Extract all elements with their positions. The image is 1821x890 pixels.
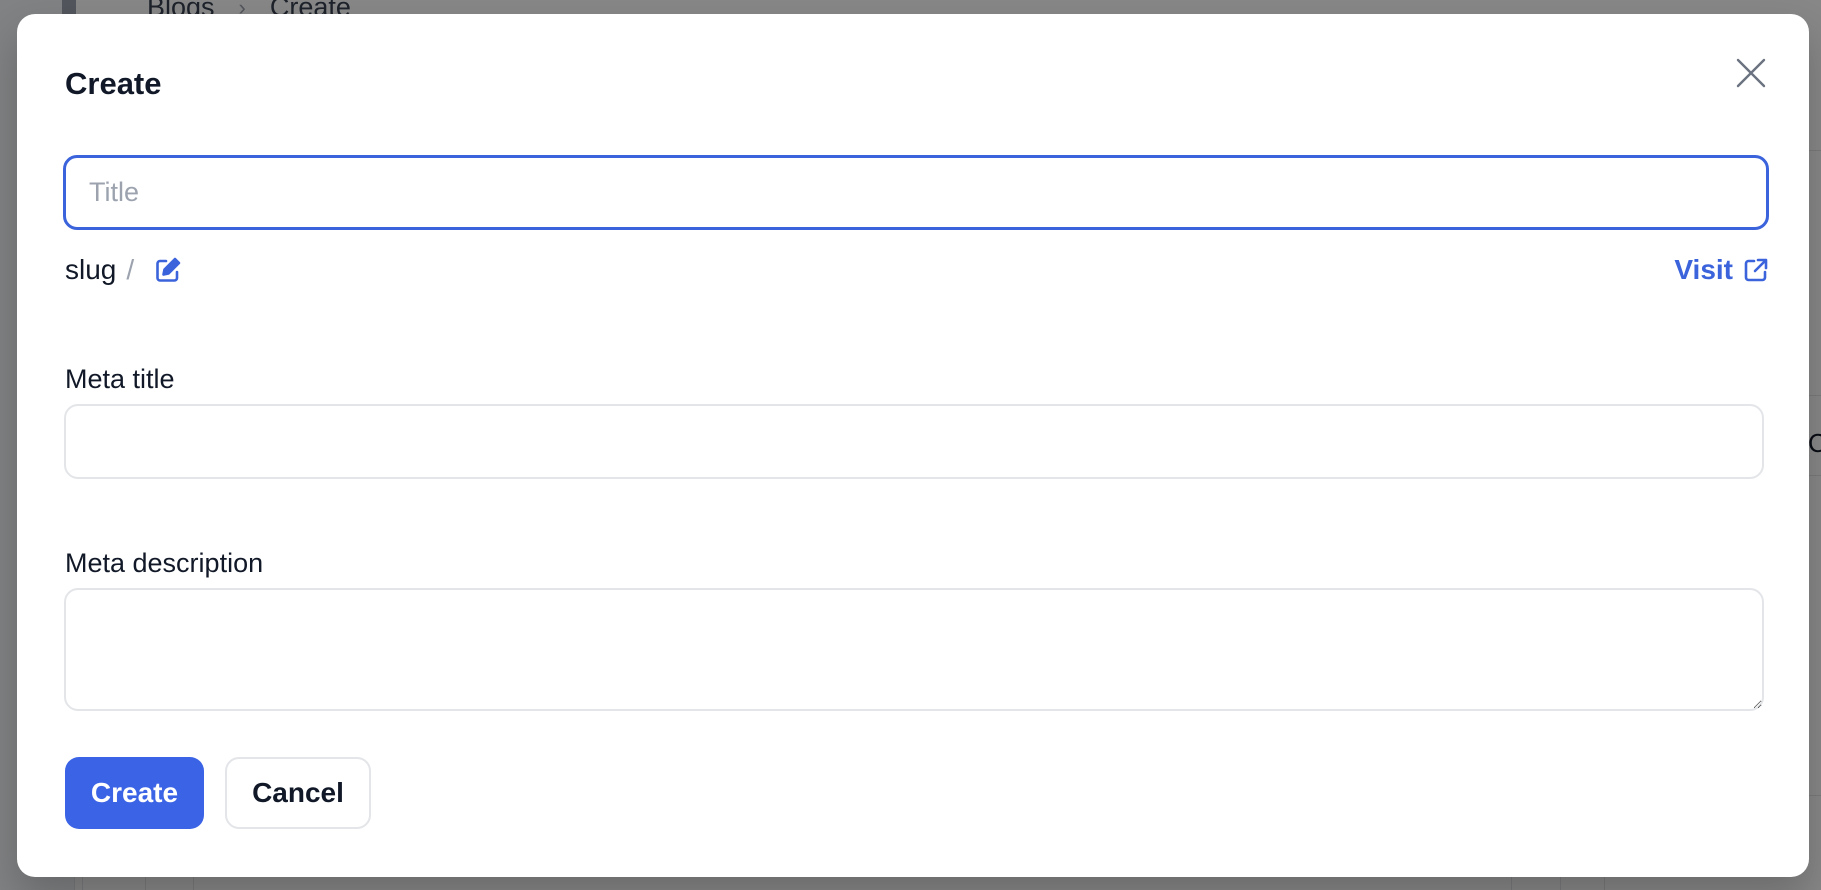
- meta-description-textarea[interactable]: [64, 588, 1764, 711]
- slug-separator: /: [126, 254, 135, 285]
- slug-label: slug: [65, 254, 117, 285]
- close-icon: [1736, 58, 1766, 88]
- close-button[interactable]: [1728, 50, 1774, 96]
- modal-title: Create: [65, 66, 162, 101]
- cancel-button[interactable]: Cancel: [225, 757, 371, 829]
- meta-title-input[interactable]: [64, 404, 1764, 479]
- visit-link[interactable]: Visit: [1674, 254, 1769, 286]
- create-modal: Create slug / Visit Meta title Meta desc…: [17, 14, 1809, 877]
- title-input[interactable]: [63, 155, 1769, 230]
- create-button[interactable]: Create: [65, 757, 204, 829]
- meta-description-label: Meta description: [65, 548, 264, 578]
- slug-row: slug /: [65, 254, 184, 286]
- visit-label: Visit: [1674, 254, 1733, 285]
- external-link-icon: [1744, 258, 1768, 282]
- meta-title-label: Meta title: [65, 364, 175, 394]
- edit-icon: [156, 257, 181, 282]
- slug-edit-button[interactable]: [152, 254, 184, 286]
